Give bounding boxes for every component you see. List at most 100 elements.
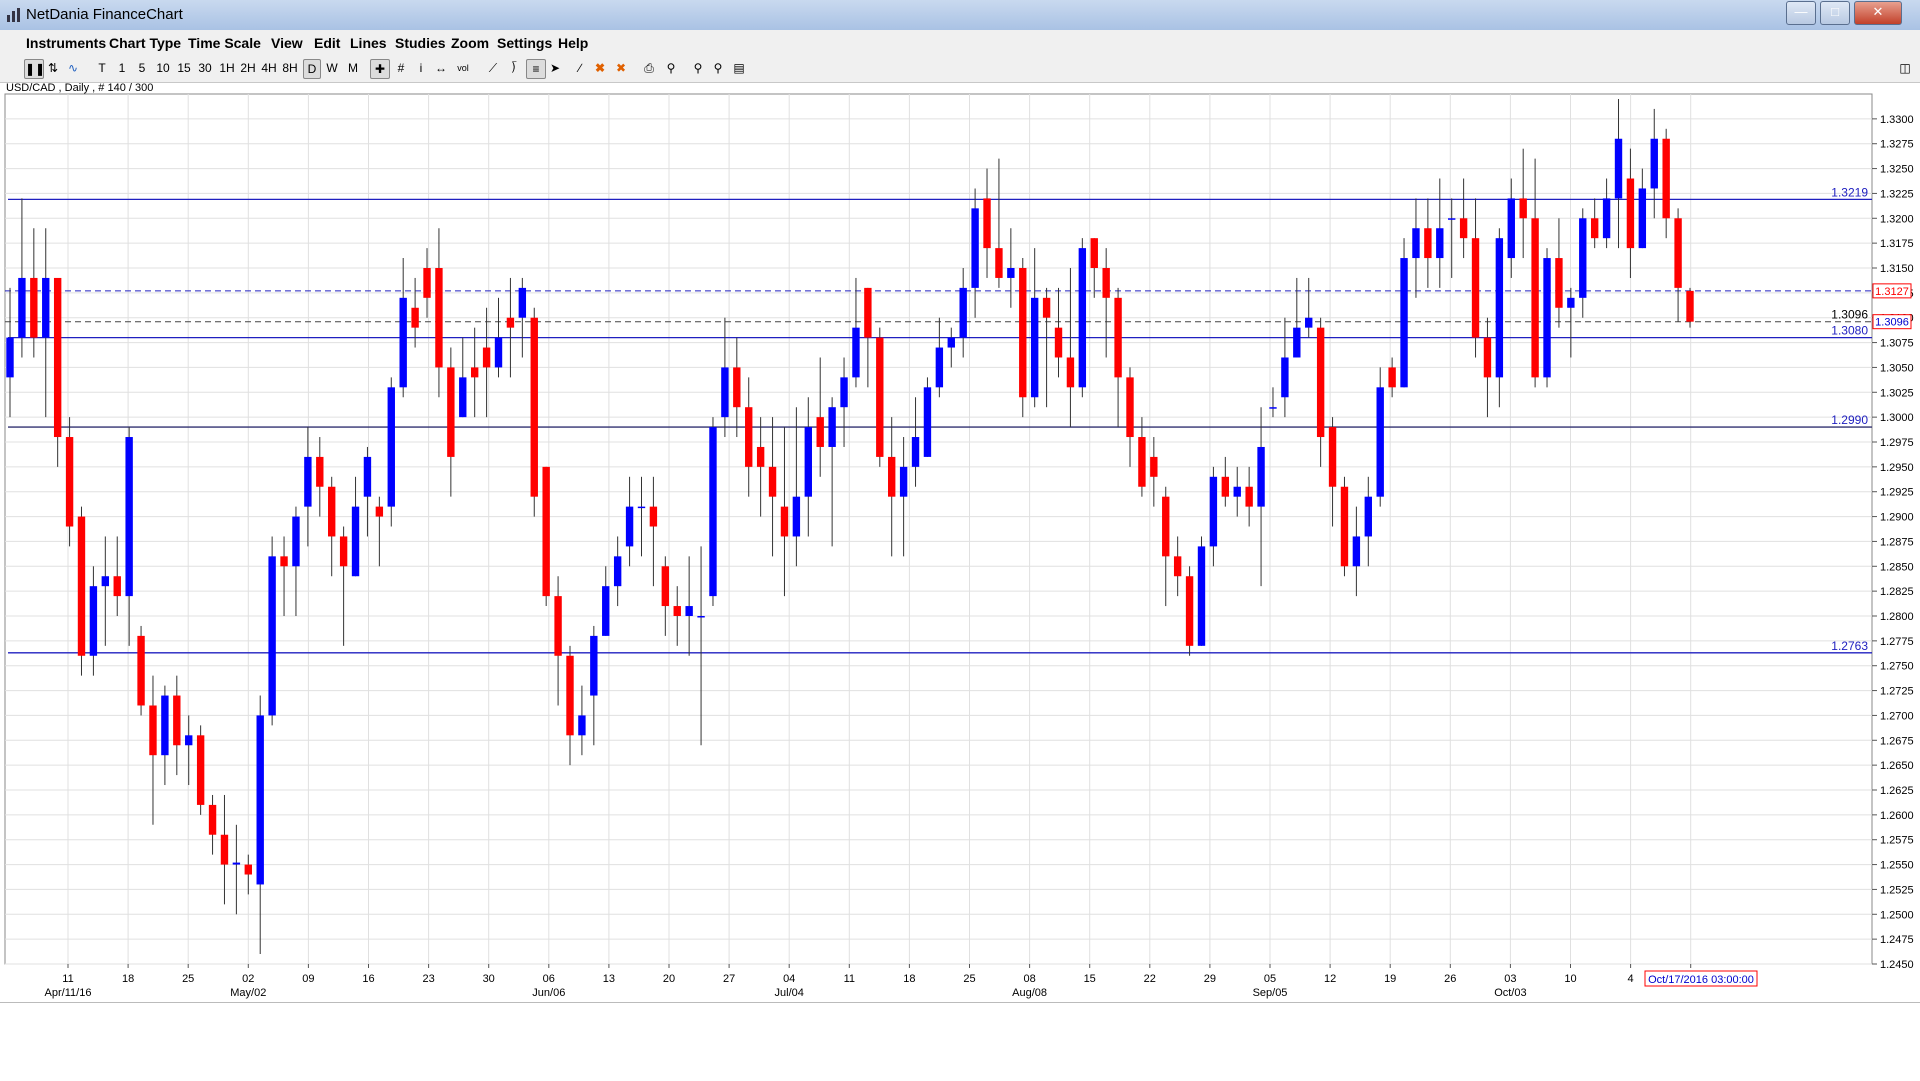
menu-zoom[interactable]: Zoom xyxy=(451,35,489,51)
menu-time-scale[interactable]: Time Scale xyxy=(188,35,261,51)
instrument-label: USD/CAD , Daily , # 140 / 300 xyxy=(6,82,153,94)
zoom-in-icon: ⚲ xyxy=(693,61,703,75)
sort-button[interactable]: ⇅ xyxy=(46,59,60,77)
tf-10[interactable]: 10 xyxy=(155,59,171,77)
line-chart-button[interactable]: ∿ xyxy=(64,59,82,77)
candle-body xyxy=(792,496,801,537)
y-tick-label: 1.2600 xyxy=(1880,810,1914,822)
menu-studies[interactable]: Studies xyxy=(395,35,446,51)
pointer-button[interactable]: ➤ xyxy=(548,59,562,77)
tf-D[interactable]: D xyxy=(303,59,321,79)
menu-help[interactable]: Help xyxy=(558,35,588,51)
print-button[interactable]: ⎙ xyxy=(640,59,658,77)
menu-view[interactable]: View xyxy=(271,35,303,51)
candle-body xyxy=(756,446,765,467)
candle-body xyxy=(1257,446,1265,507)
tf-2H[interactable]: 2H xyxy=(239,59,257,77)
y-tick-label: 1.2575 xyxy=(1880,835,1914,847)
x-tick-label: 10 xyxy=(1564,973,1576,985)
panel-toggle-icon: ◫ xyxy=(1899,61,1911,75)
panel-toggle-button[interactable]: ◫ xyxy=(1896,59,1914,77)
tf-M[interactable]: M xyxy=(345,59,361,77)
y-tick-label: 1.2850 xyxy=(1880,561,1914,573)
candle-body xyxy=(482,347,491,368)
tf-30[interactable]: 30 xyxy=(197,59,213,77)
candle-body xyxy=(1054,327,1063,358)
candle-body xyxy=(661,566,670,607)
delete-all-button[interactable]: ✖ xyxy=(612,59,630,77)
zoom-reset-button[interactable]: ▤ xyxy=(730,59,748,77)
scroll-button[interactable]: ↔ xyxy=(432,59,450,77)
chart-area[interactable]: 1.3300 1.3275 1.3250 1.3225 1.3200 1.3175 1.31… xyxy=(0,82,1920,1002)
candle-body xyxy=(1376,387,1384,497)
candle-body xyxy=(125,437,133,597)
maximize-button[interactable]: □ xyxy=(1820,1,1850,25)
x-tick-label: 23 xyxy=(422,973,434,985)
candle-body xyxy=(554,596,562,656)
sort-icon: ⇅ xyxy=(47,61,59,75)
tf-15[interactable]: 15 xyxy=(176,59,192,77)
candle-body xyxy=(435,268,443,368)
minimize-button[interactable]: — xyxy=(1786,1,1816,25)
price-chart[interactable]: 1.3300 1.3275 1.3250 1.3225 1.3200 1.3175 1.31… xyxy=(0,82,1920,1002)
x-tick-label: 4 xyxy=(1628,973,1634,985)
candle-body xyxy=(1352,536,1361,567)
y-tick-label: 1.3050 xyxy=(1880,362,1914,374)
menu-settings[interactable]: Settings xyxy=(497,35,552,51)
candle-body xyxy=(864,287,872,338)
tf-8H[interactable]: 8H xyxy=(281,59,299,77)
candle-body xyxy=(1173,556,1182,577)
crosshair-button[interactable]: ✚ xyxy=(370,59,390,79)
x-tick-label: 09 xyxy=(302,973,314,985)
y-tick-label: 1.3275 xyxy=(1880,139,1914,151)
candle-body xyxy=(1555,258,1563,308)
candle-body xyxy=(6,337,14,378)
tf-1H[interactable]: 1H xyxy=(218,59,236,77)
tf-5[interactable]: 5 xyxy=(136,59,148,77)
candle-body xyxy=(339,536,348,567)
pause-button[interactable]: ❚❚ xyxy=(24,59,45,79)
candle-body xyxy=(768,466,777,497)
candle-body xyxy=(1185,576,1194,646)
menu-chart-type[interactable]: Chart Type xyxy=(109,35,181,51)
y-tick-label: 1.2650 xyxy=(1880,760,1914,772)
y-tick-label: 1.2975 xyxy=(1880,437,1914,449)
menu-lines[interactable]: Lines xyxy=(350,35,387,51)
y-tick-label: 1.2700 xyxy=(1880,710,1914,722)
zoom-fit-button[interactable]: ⚲ xyxy=(662,59,680,77)
y-tick-label: 1.2675 xyxy=(1880,735,1914,747)
candle-body xyxy=(542,466,550,597)
candle-body xyxy=(30,277,38,338)
price-marker-label: 1.3096 xyxy=(1875,317,1909,329)
zoom-out-button[interactable]: ⚲ xyxy=(710,59,726,77)
x-tick-label: 02 xyxy=(242,973,254,985)
candle-body xyxy=(578,715,586,736)
candle-body xyxy=(733,367,741,408)
delete-button[interactable]: ✖ xyxy=(592,59,608,77)
candle-body xyxy=(685,606,693,616)
x-tick-label: 13 xyxy=(603,973,615,985)
zoom-in-button[interactable]: ⚲ xyxy=(690,59,706,77)
tf-T[interactable]: T xyxy=(96,59,108,77)
grid-button[interactable]: # xyxy=(392,59,410,77)
menu-instruments[interactable]: Instruments xyxy=(26,35,106,51)
info-button[interactable]: i xyxy=(414,59,428,77)
menu-edit[interactable]: Edit xyxy=(314,35,340,51)
candle-body xyxy=(42,277,50,338)
fibonacci-button[interactable]: ≡ xyxy=(526,59,546,79)
app-icon xyxy=(7,8,20,22)
candle-body xyxy=(649,506,658,527)
info-icon: i xyxy=(419,61,423,75)
draw-line-button[interactable]: ∕ xyxy=(572,59,588,77)
tf-1[interactable]: 1 xyxy=(116,59,128,77)
trendline-button[interactable]: ⟋ xyxy=(484,59,502,77)
candle-body xyxy=(304,456,312,507)
volume-button[interactable]: vol xyxy=(454,59,472,77)
channel-button[interactable]: ⟌ xyxy=(505,59,523,77)
tf-W[interactable]: W xyxy=(324,59,340,77)
candle-body xyxy=(494,337,503,368)
close-button[interactable]: ✕ xyxy=(1854,1,1902,25)
candle-body xyxy=(673,606,681,616)
candle-body xyxy=(280,556,288,567)
tf-4H[interactable]: 4H xyxy=(260,59,278,77)
